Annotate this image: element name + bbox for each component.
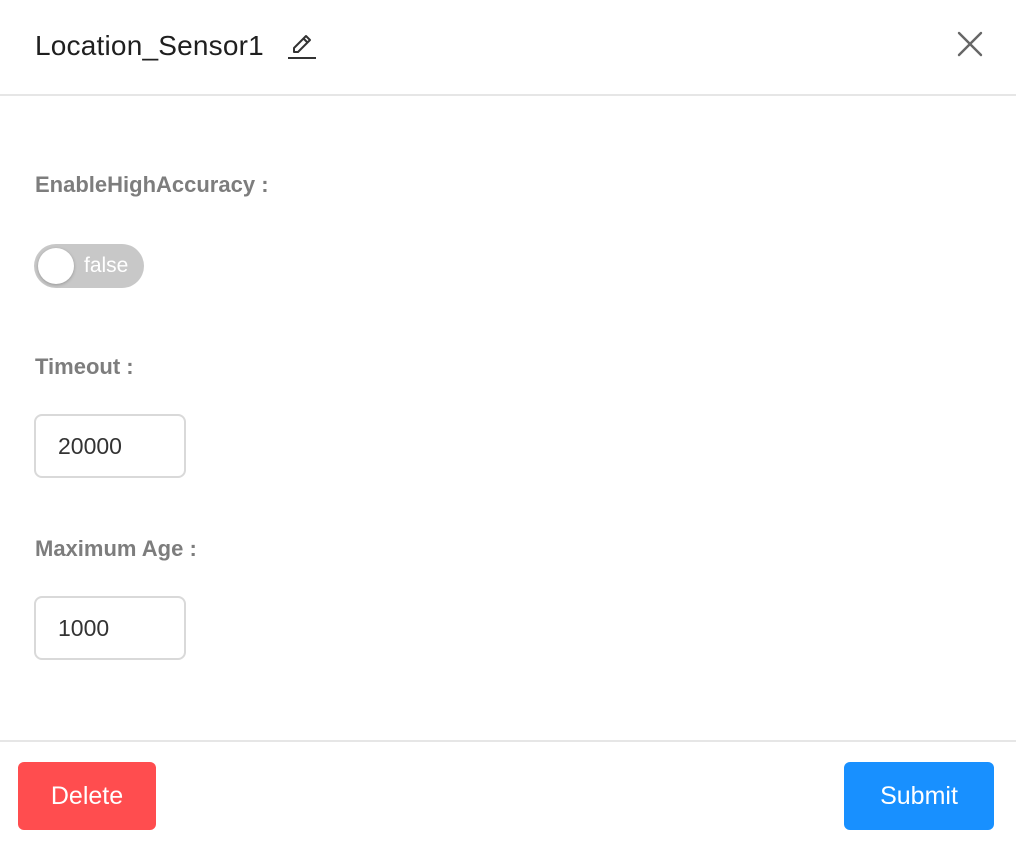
- dialog-header: Location_Sensor1: [0, 0, 1016, 96]
- delete-button[interactable]: Delete: [18, 762, 156, 830]
- toggle-knob: [38, 248, 74, 284]
- maximum-age-input[interactable]: [34, 596, 186, 660]
- pencil-icon[interactable]: [286, 30, 318, 62]
- toggle-state-text: false: [84, 254, 129, 277]
- close-icon[interactable]: [954, 28, 986, 60]
- timeout-label: Timeout :: [35, 354, 134, 379]
- timeout-input[interactable]: [34, 414, 186, 478]
- dialog-title: Location_Sensor1: [35, 30, 264, 61]
- high-accuracy-label: EnableHighAccuracy :: [35, 172, 269, 197]
- title-wrap: Location_Sensor1: [35, 26, 318, 66]
- submit-button[interactable]: Submit: [844, 762, 994, 830]
- high-accuracy-toggle[interactable]: false: [34, 244, 144, 288]
- maximum-age-label: Maximum Age :: [35, 536, 197, 561]
- dialog-footer: Delete Submit: [0, 740, 1016, 842]
- sensor-settings-dialog: Location_Sensor1 EnableHighAccuracy : fa…: [0, 0, 1016, 842]
- dialog-body: EnableHighAccuracy : false Timeout : Max…: [0, 96, 1016, 740]
